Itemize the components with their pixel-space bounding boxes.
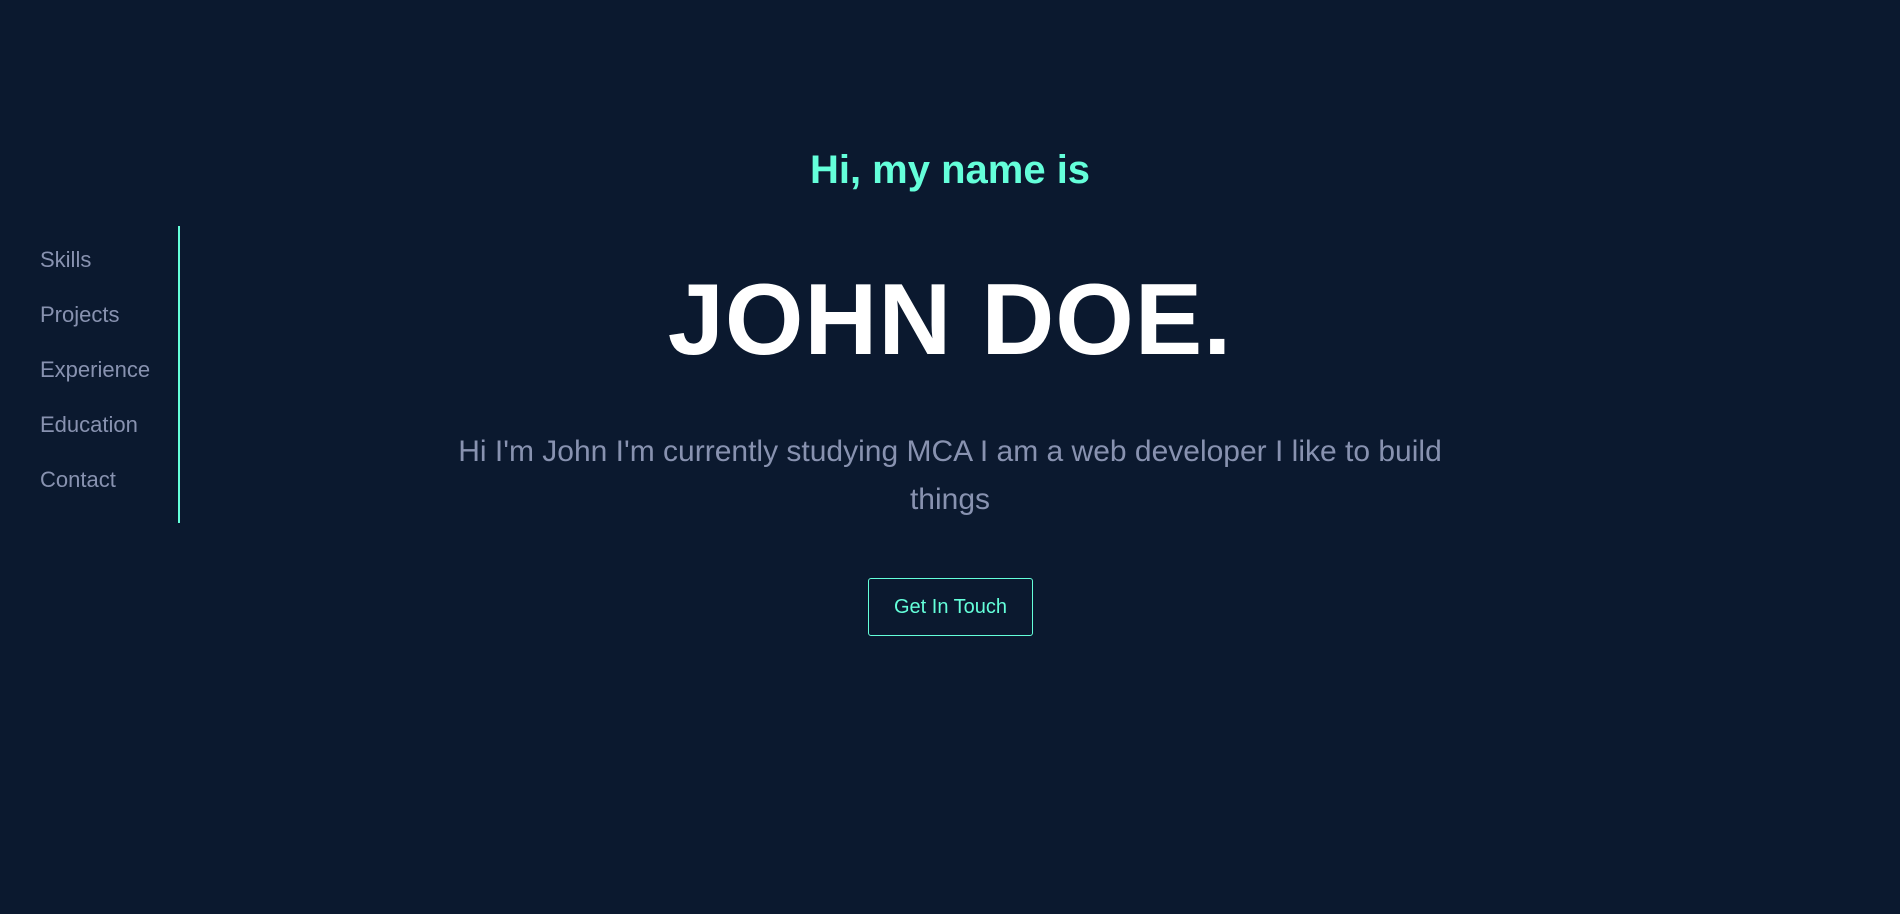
nav-link-contact[interactable]: Contact bbox=[40, 467, 116, 493]
nav-item-projects: Projects bbox=[40, 302, 178, 357]
greeting-text: Hi, my name is bbox=[809, 148, 1091, 192]
bio-text: Hi I'm John I'm currently studying MCA I… bbox=[458, 435, 1442, 516]
portfolio-page: Skills Projects Experience Education Con… bbox=[0, 0, 1900, 914]
nav-item-contact: Contact bbox=[40, 467, 178, 522]
nav-link-skills[interactable]: Skills bbox=[40, 247, 91, 273]
nav-link-experience[interactable]: Experience bbox=[40, 357, 150, 383]
nav-link-projects[interactable]: Projects bbox=[40, 302, 119, 328]
nav-item-experience: Experience bbox=[40, 357, 178, 412]
side-navigation: Skills Projects Experience Education Con… bbox=[40, 226, 180, 523]
nav-item-education: Education bbox=[40, 412, 178, 467]
nav-link-education[interactable]: Education bbox=[40, 412, 138, 438]
nav-list: Skills Projects Experience Education Con… bbox=[40, 226, 178, 522]
nav-item-skills: Skills bbox=[40, 247, 178, 302]
name-heading: JOHN DOE. bbox=[667, 264, 1233, 376]
get-in-touch-button[interactable]: Get In Touch bbox=[868, 578, 1033, 636]
